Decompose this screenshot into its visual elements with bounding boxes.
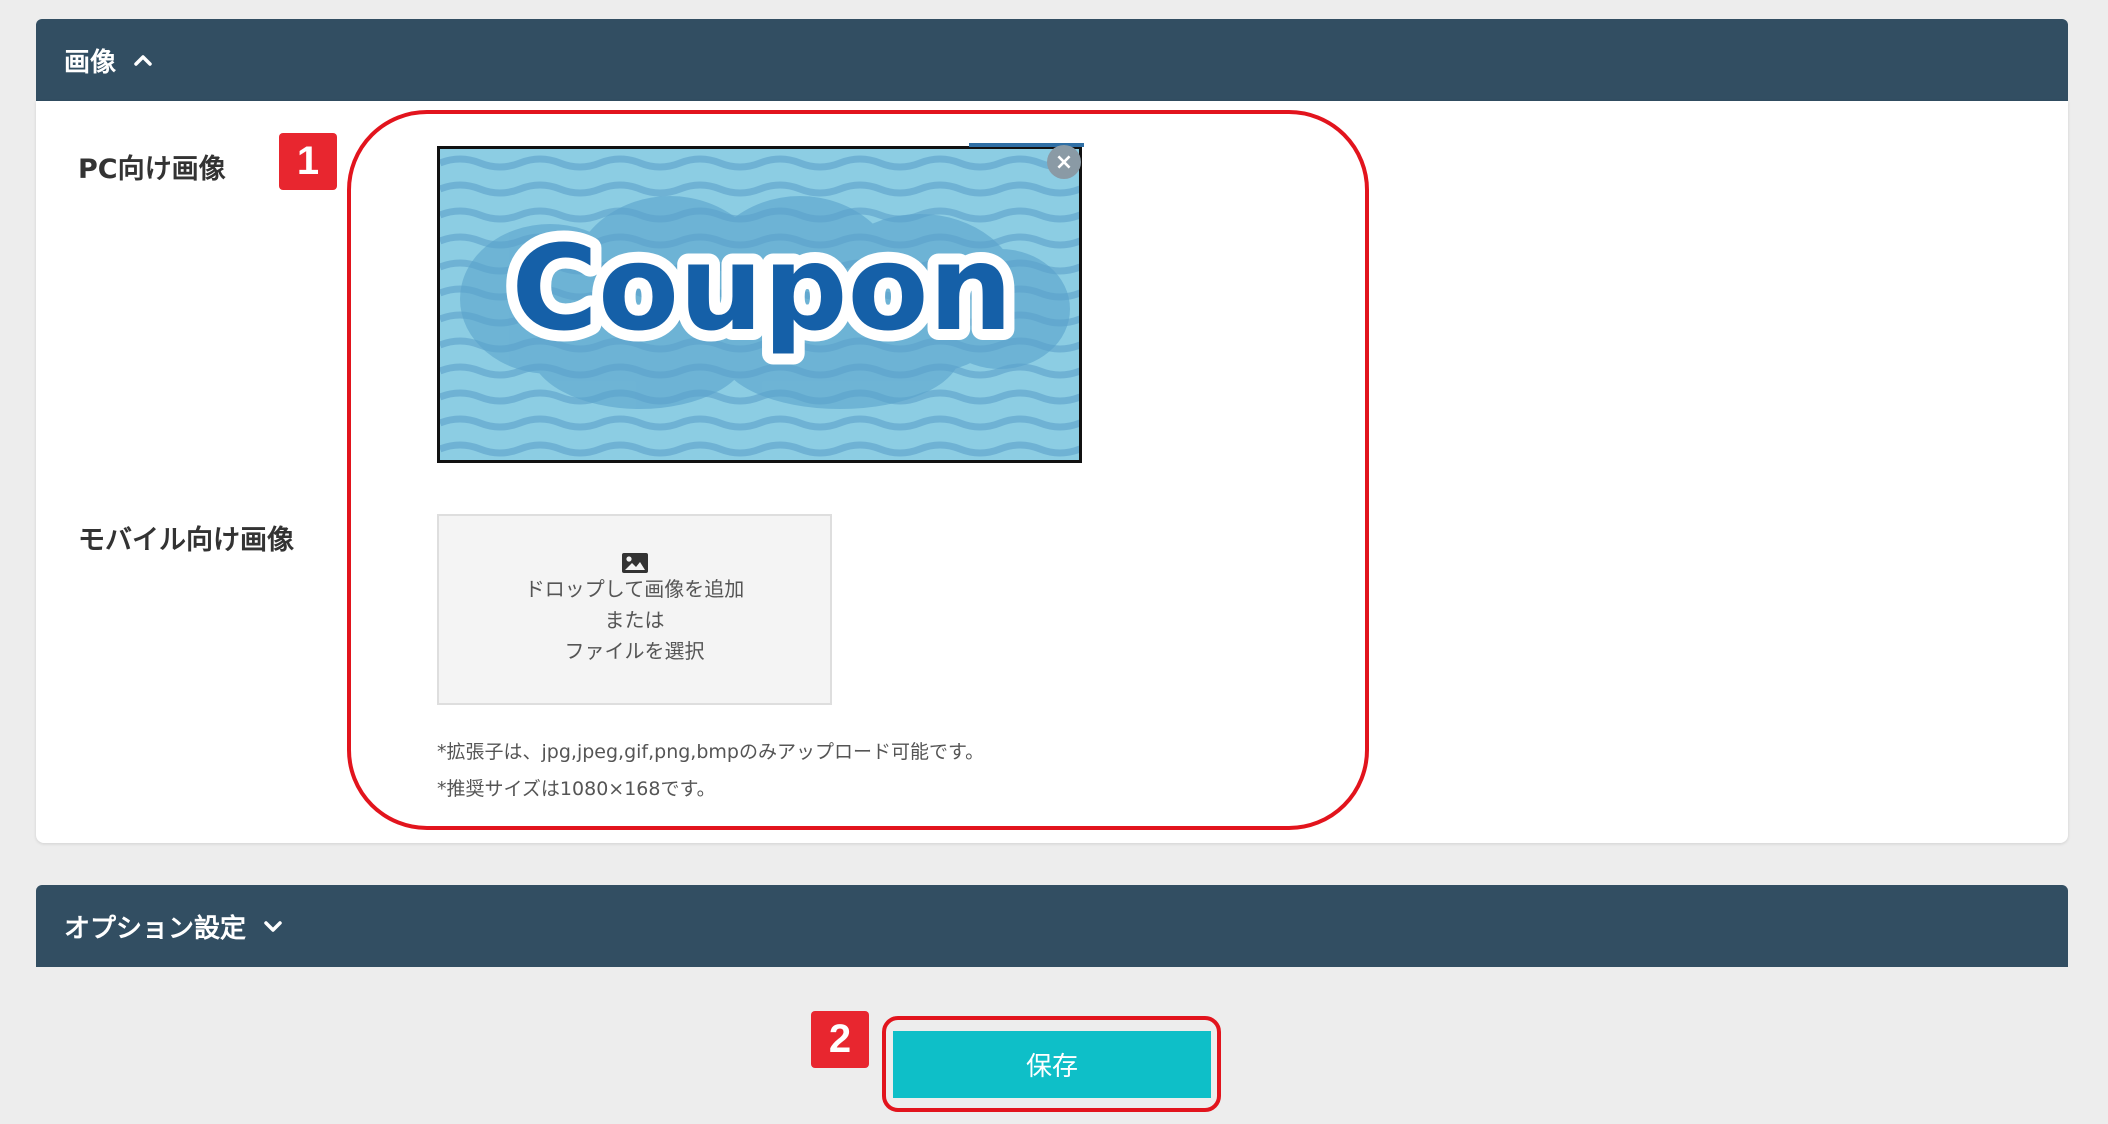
mobile-image-label: モバイル向け画像 [78, 525, 294, 556]
coupon-image-text: Coupon [511, 219, 1012, 357]
image-section-header[interactable]: 画像 [36, 19, 2068, 101]
option-section-title: オプション設定 [64, 913, 247, 944]
chevron-down-icon [264, 920, 282, 932]
image-icon [439, 552, 830, 574]
dropzone-file-select-link[interactable]: ファイルを選択 [439, 636, 830, 667]
remove-image-button[interactable]: × [1047, 145, 1081, 179]
image-section-title: 画像 [64, 47, 117, 78]
dropzone-text-line1: ドロップして画像を追加 [524, 577, 745, 601]
mobile-image-dropzone[interactable]: ドロップして画像を追加 または ファイルを選択 [437, 514, 832, 705]
pc-image-label: PC向け画像 [78, 154, 226, 185]
step-badge-2: 2 [811, 1011, 869, 1068]
coupon-image: Coupon Coupon [440, 149, 1079, 460]
save-button[interactable]: 保存 [893, 1031, 1211, 1098]
pc-image-preview: Coupon Coupon [437, 143, 1084, 463]
chevron-up-icon [134, 54, 152, 66]
step-badge-1: 1 [279, 133, 337, 190]
extension-note: *拡張子は、jpg,jpeg,gif,png,bmpのみアップロード可能です。 [437, 741, 985, 763]
dropzone-text-line2: または [604, 608, 665, 632]
close-icon: × [1054, 149, 1074, 175]
size-note: *推奨サイズは1080×168です。 [437, 778, 716, 800]
option-section-header[interactable]: オプション設定 [36, 885, 2068, 967]
